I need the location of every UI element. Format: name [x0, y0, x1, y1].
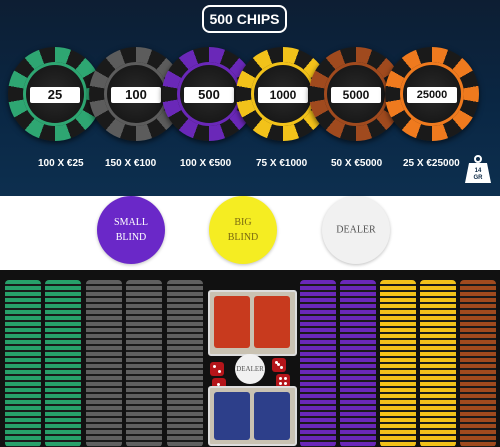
chip-quantity: 75 X €1000: [256, 158, 308, 169]
playing-cards-blue: [208, 386, 297, 446]
chip-quantity: 100 X €500: [180, 158, 232, 169]
chip-stack: [86, 280, 122, 447]
card-back-blue: [214, 392, 250, 440]
product-banner: 500 CHIPS 25 100 500 1000 5000 25000 100…: [0, 0, 500, 196]
button-label-line1: DEALER: [336, 224, 376, 236]
die-icon: [210, 362, 224, 376]
chip-stack: [460, 280, 496, 447]
chip-value-label: 5000: [331, 87, 381, 103]
chip-value-label: 1000: [258, 87, 308, 103]
weight-icon: 14 GR: [463, 154, 493, 184]
button-label-line2: BLIND: [115, 232, 147, 243]
card-back-blue: [254, 392, 290, 440]
chip-value-label: 25: [30, 87, 80, 103]
playing-cards-red: [208, 290, 297, 356]
chip-stack: [167, 280, 203, 447]
chip-stack: [5, 280, 41, 447]
button-label-line2: BLIND: [227, 232, 259, 243]
button-label-line1: SMALL: [114, 217, 148, 228]
weight-unit: GR: [473, 175, 483, 181]
chip-value-label: 500: [184, 87, 234, 103]
card-back-red: [214, 296, 250, 348]
chip-25: 25: [8, 47, 102, 141]
button-label-line1: BIG: [234, 217, 252, 228]
chip-quantity: 150 X €100: [105, 158, 157, 169]
dealer-button-small: DEALER: [235, 354, 265, 384]
chip-quantity: 25 X €25000: [403, 158, 460, 169]
card-back-red: [254, 296, 290, 348]
small-blind-button: SMALL BLIND: [97, 196, 165, 264]
chip-value-label: 100: [111, 87, 161, 103]
chip-stack: [126, 280, 162, 447]
chip-quantity: 100 X €25: [38, 158, 84, 169]
chip-stack: [300, 280, 336, 447]
chip-stack: [45, 280, 81, 447]
die-icon: [272, 358, 286, 372]
chip-stack: [380, 280, 416, 447]
dealer-button: DEALER: [322, 196, 390, 264]
chip-count-badge: 500 CHIPS: [202, 5, 287, 33]
chip-stack: [420, 280, 456, 447]
chip-stack: [340, 280, 376, 447]
big-blind-button: BIG BLIND: [209, 196, 277, 264]
chip-25000: 25000: [385, 47, 479, 141]
chip-value-label: 25000: [407, 87, 457, 103]
weight-value: 14: [474, 168, 482, 174]
chip-quantity: 50 X €5000: [331, 158, 383, 169]
